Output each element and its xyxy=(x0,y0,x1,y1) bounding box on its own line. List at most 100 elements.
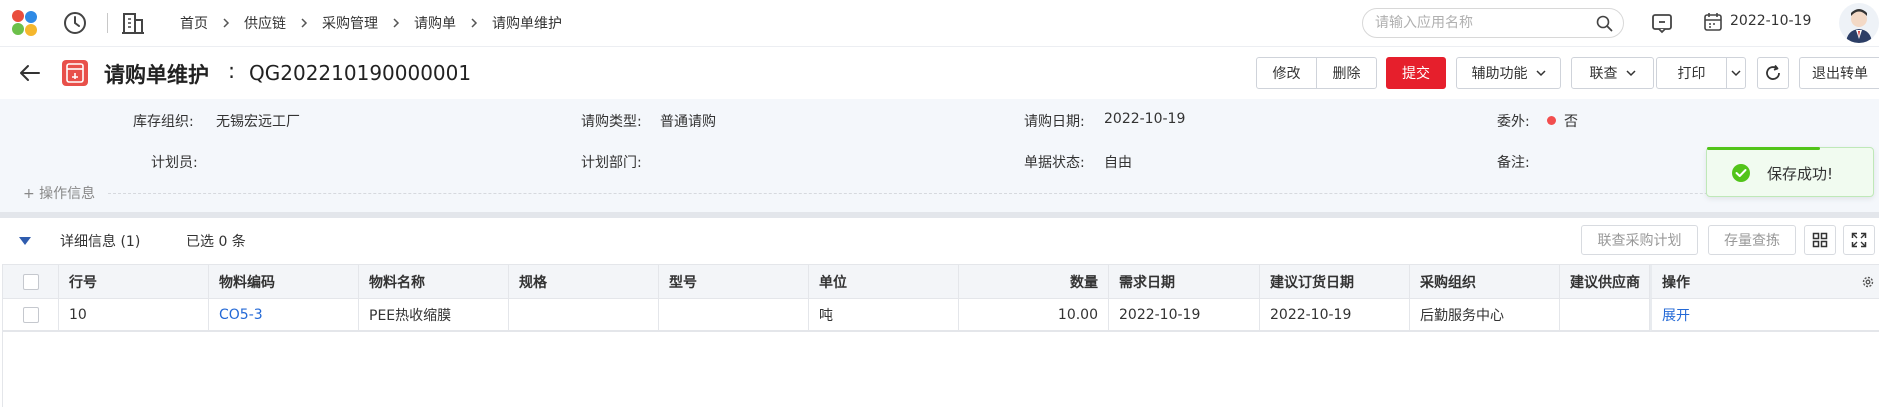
cell-material-name: PEE热收缩膜 xyxy=(359,299,509,331)
requisition-type-label: 请购类型: xyxy=(581,114,642,130)
exit-transfer-button[interactable]: 退出转单 xyxy=(1799,57,1879,89)
delete-button[interactable]: 删除 xyxy=(1316,57,1377,89)
fullscreen-button[interactable] xyxy=(1843,225,1875,255)
stock-query-button[interactable]: 存量查拣 xyxy=(1708,225,1796,255)
chevron-right-icon xyxy=(301,18,308,28)
col-header-line[interactable]: 行号 xyxy=(59,265,209,299)
requisition-date-label: 请购日期: xyxy=(1024,114,1085,130)
top-nav: 首页 供应链 采购管理 请购单 请购单维护 2022-10-19 xyxy=(0,0,1879,47)
table-header-row: 行号 物料编码 物料名称 规格 型号 单位 数量 需求日期 建议订货日期 采购组… xyxy=(3,265,1879,299)
print-button[interactable]: 打印 xyxy=(1656,57,1727,89)
toast-message: 保存成功! xyxy=(1767,165,1834,183)
col-header-material-name[interactable]: 物料名称 xyxy=(359,265,509,299)
page-header: 请购单维护 : QG202210190000001 修改 删除 提交 辅助功能 … xyxy=(0,48,1879,98)
chevron-down-icon xyxy=(1625,70,1636,77)
expand-link[interactable]: 展开 xyxy=(1662,305,1690,325)
inventory-org-label: 库存组织: xyxy=(133,114,194,130)
link-purchase-plan-button[interactable]: 联查采购计划 xyxy=(1581,225,1698,255)
col-header-purchase-org[interactable]: 采购组织 xyxy=(1410,265,1560,299)
detail-toolbar: 详细信息 (1) 已选 0 条 联查采购计划 存量查拣 xyxy=(0,218,1879,264)
app-logo-icon[interactable] xyxy=(10,9,40,37)
cell-quantity: 10.00 xyxy=(959,299,1109,331)
calendar-icon[interactable] xyxy=(1703,12,1723,32)
col-header-spec[interactable]: 规格 xyxy=(509,265,659,299)
requisition-type-value: 普通请购 xyxy=(660,114,716,130)
select-all-cell xyxy=(3,265,59,299)
document-number: QG202210190000001 xyxy=(249,61,472,85)
message-icon[interactable] xyxy=(1650,11,1674,35)
chevron-down-icon xyxy=(1535,70,1546,77)
breadcrumb-procurement[interactable]: 采购管理 xyxy=(322,13,378,33)
page-title: 请购单维护 xyxy=(104,63,209,87)
requisition-doc-icon xyxy=(62,60,88,86)
status-dot-icon xyxy=(1547,116,1556,125)
breadcrumb-home[interactable]: 首页 xyxy=(180,13,208,33)
app-search-box xyxy=(1362,8,1624,38)
outsource-label: 委外: xyxy=(1497,114,1530,130)
app-search-input[interactable] xyxy=(1375,13,1585,33)
row-select-cell xyxy=(3,299,59,331)
gear-icon[interactable] xyxy=(1861,275,1875,289)
outsource-value-text: 否 xyxy=(1564,114,1578,130)
inventory-org-value: 无锡宏远工厂 xyxy=(216,114,300,130)
col-header-unit[interactable]: 单位 xyxy=(809,265,959,299)
chevron-right-icon xyxy=(471,18,478,28)
cell-model xyxy=(659,299,809,331)
col-header-action-label: 操作 xyxy=(1662,274,1690,291)
back-arrow-icon[interactable] xyxy=(18,61,42,85)
cell-need-date: 2022-10-19 xyxy=(1109,299,1260,331)
nav-divider xyxy=(107,13,108,33)
link-query-label: 联查 xyxy=(1589,66,1618,82)
outsource-value: 否 xyxy=(1547,111,1578,131)
col-header-model[interactable]: 型号 xyxy=(659,265,809,299)
detail-table: 行号 物料编码 物料名称 规格 型号 单位 数量 需求日期 建议订货日期 采购组… xyxy=(2,264,1879,407)
refresh-button[interactable] xyxy=(1757,57,1789,89)
collapse-triangle-icon[interactable] xyxy=(17,235,33,247)
planner-label: 计划员: xyxy=(151,155,198,171)
material-code-link[interactable]: CO5-3 xyxy=(219,307,263,323)
cell-line: 10 xyxy=(59,299,209,331)
breadcrumb-requisition[interactable]: 请购单 xyxy=(414,13,456,33)
edit-button[interactable]: 修改 xyxy=(1256,57,1317,89)
save-success-toast: 保存成功! xyxy=(1706,147,1874,197)
chevron-right-icon xyxy=(393,18,400,28)
assist-functions-label: 辅助功能 xyxy=(1471,66,1528,82)
breadcrumb-supply-chain[interactable]: 供应链 xyxy=(244,13,286,33)
doc-status-value: 自由 xyxy=(1104,155,1132,171)
submit-button[interactable]: 提交 xyxy=(1386,57,1446,89)
row-checkbox[interactable] xyxy=(22,306,39,323)
operation-info-toggle[interactable]: + 操作信息 xyxy=(23,183,95,203)
header-info-form: 库存组织: 无锡宏远工厂 请购类型: 普通请购 请购日期: 2022-10-19… xyxy=(0,99,1879,212)
select-all-checkbox[interactable] xyxy=(22,273,39,290)
search-icon[interactable] xyxy=(1596,15,1613,32)
cell-order-date: 2022-10-19 xyxy=(1260,299,1410,331)
col-header-material-code[interactable]: 物料编码 xyxy=(209,265,359,299)
user-avatar-icon xyxy=(1846,9,1872,43)
title-colon: : xyxy=(228,59,236,83)
fullscreen-expand-icon xyxy=(1851,232,1867,248)
success-check-icon xyxy=(1732,164,1750,182)
col-header-quantity[interactable]: 数量 xyxy=(959,265,1109,299)
print-dropdown-toggle[interactable] xyxy=(1726,57,1746,89)
building-icon[interactable] xyxy=(120,10,146,36)
col-header-need-date[interactable]: 需求日期 xyxy=(1109,265,1260,299)
cell-action: 展开 xyxy=(1650,299,1879,331)
col-header-supplier[interactable]: 建议供应商 xyxy=(1560,265,1650,299)
history-clock-icon[interactable] xyxy=(62,10,88,36)
assist-functions-dropdown[interactable]: 辅助功能 xyxy=(1456,57,1561,89)
business-date[interactable]: 2022-10-19 xyxy=(1730,13,1811,29)
table-row[interactable]: 10 CO5-3 PEE热收缩膜 吨 10.00 2022-10-19 2022… xyxy=(3,299,1879,332)
doc-status-label: 单据状态: xyxy=(1024,155,1085,171)
cell-material-code: CO5-3 xyxy=(209,299,359,331)
grid-view-button[interactable] xyxy=(1804,225,1836,255)
cell-unit: 吨 xyxy=(809,299,959,331)
toast-progress-bar xyxy=(1707,147,1820,150)
detail-section-title: 详细信息 (1) xyxy=(60,234,141,250)
link-query-dropdown[interactable]: 联查 xyxy=(1571,57,1654,89)
requisition-date-value: 2022-10-19 xyxy=(1104,111,1186,127)
plan-dept-label: 计划部门: xyxy=(581,155,642,171)
chevron-right-icon xyxy=(223,18,230,28)
user-avatar[interactable] xyxy=(1839,3,1879,43)
col-header-order-date[interactable]: 建议订货日期 xyxy=(1260,265,1410,299)
selected-count: 已选 0 条 xyxy=(186,234,246,250)
